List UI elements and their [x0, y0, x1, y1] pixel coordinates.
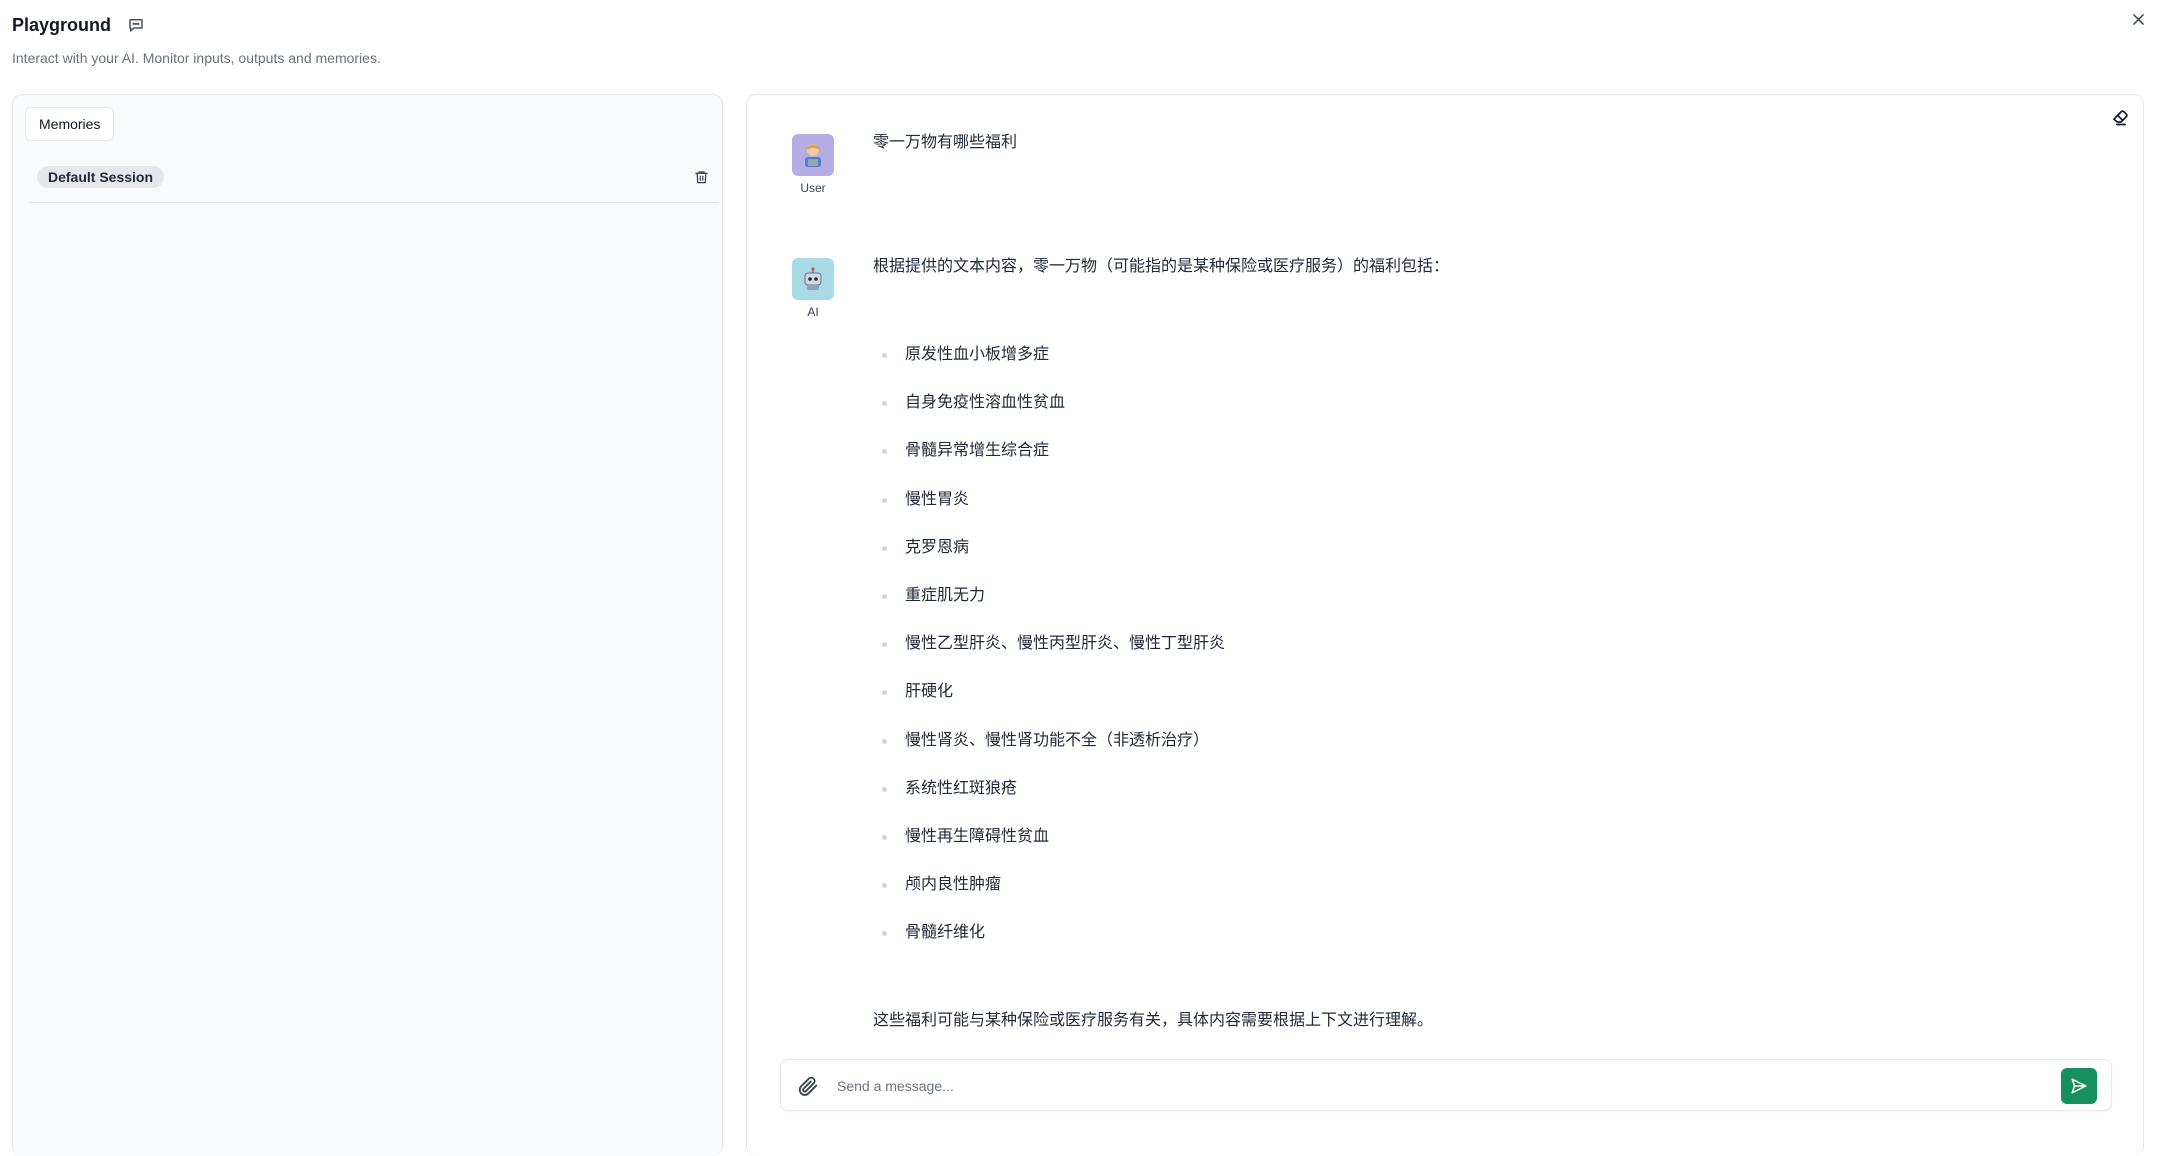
session-badge[interactable]: Default Session [37, 166, 165, 188]
close-button[interactable] [2127, 8, 2149, 30]
memories-panel: Memories Default Session [12, 94, 723, 1156]
message-input[interactable] [835, 1070, 2035, 1102]
send-button[interactable] [2061, 1068, 2097, 1104]
page-subtitle: Interact with your AI. Monitor inputs, o… [12, 50, 381, 66]
session-row[interactable]: Default Session [29, 161, 719, 203]
trash-icon [694, 171, 708, 184]
list-item: 原发性血小板增多症 [873, 343, 1973, 391]
ai-message-body: 根据提供的文本内容，零一万物（可能指的是某种保险或医疗服务）的福利包括： 原发性… [873, 255, 1973, 1033]
ai-message-outro: 这些福利可能与某种保险或医疗服务有关，具体内容需要根据上下文进行理解。 [873, 1012, 1434, 1030]
close-icon [2132, 13, 2144, 25]
user-message-text: 零一万物有哪些福利 [873, 134, 1018, 151]
list-item: 重症肌无力 [873, 584, 1973, 632]
message-input-bar [780, 1059, 2112, 1111]
ai-message: AI 根据提供的文本内容，零一万物（可能指的是某种保险或医疗服务）的福利包括： … [791, 258, 2091, 1038]
list-item: 骨髓异常增生综合症 [873, 439, 1973, 487]
user-avatar-column: User [791, 134, 835, 195]
page-title: Playground [12, 14, 112, 35]
ai-message-list: 原发性血小板增多症 自身免疫性溶血性贫血 骨髓异常增生综合症 慢性胃炎 克罗恩病… [873, 343, 1973, 969]
list-item: 骨髓纤维化 [873, 921, 1973, 969]
delete-session-button[interactable] [691, 167, 711, 187]
user-avatar-icon [805, 144, 821, 167]
clear-chat-button[interactable] [2109, 105, 2133, 129]
eraser-icon [2113, 110, 2128, 126]
attach-button[interactable] [795, 1073, 821, 1099]
robot-avatar-icon [804, 267, 822, 290]
list-item: 克罗恩病 [873, 536, 1973, 584]
send-icon [2071, 1078, 2087, 1094]
memories-button[interactable]: Memories [25, 107, 115, 141]
ai-message-intro: 根据提供的文本内容，零一万物（可能指的是某种保险或医疗服务）的福利包括： [873, 258, 1450, 275]
list-item: 慢性乙型肝炎、慢性丙型肝炎、慢性丁型肝炎 [873, 632, 1973, 680]
user-role-label: User [800, 181, 826, 195]
user-avatar [792, 134, 834, 176]
ai-avatar [792, 258, 834, 300]
list-item: 自身免疫性溶血性贫血 [873, 391, 1973, 439]
list-item: 慢性肾炎、慢性肾功能不全（非透析治疗） [873, 729, 1973, 777]
chat-bubble-icon [125, 14, 147, 36]
list-item: 肝硬化 [873, 680, 1973, 728]
user-message: User 零一万物有哪些福利 [791, 134, 2091, 214]
ai-avatar-column: AI [791, 258, 835, 319]
list-item: 慢性胃炎 [873, 488, 1973, 536]
ai-role-label: AI [807, 305, 819, 319]
page-header: Playground Interact with your AI. Monito… [12, 14, 381, 67]
list-item: 系统性红斑狼疮 [873, 777, 1973, 825]
list-item: 慢性再生障碍性贫血 [873, 825, 1973, 873]
title-row: Playground [12, 14, 381, 36]
list-item: 颅内良性肿瘤 [873, 873, 1973, 921]
chat-panel: User 零一万物有哪些福利 AI 根据提供的文本内容，零一万物（可能指的是某种… [746, 94, 2144, 1156]
paperclip-icon [798, 1076, 818, 1096]
